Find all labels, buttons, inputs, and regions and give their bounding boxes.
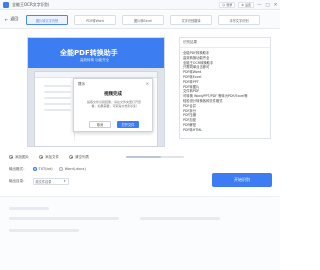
dialog-cancel-button[interactable]: 取消 xyxy=(89,121,111,128)
add-icon xyxy=(39,155,43,159)
title-bar: 全能王OCR文字识别 ☺ 登录 ⚙ 设置 — □ ✕ xyxy=(0,0,280,10)
preview-banner: 全能PDF转换助手 高效转换 功能齐全 xyxy=(28,38,164,68)
placeholder-line xyxy=(44,85,71,87)
minimize-button[interactable]: — xyxy=(257,3,262,8)
output-format-label: 输出格式： xyxy=(9,166,27,171)
login-button[interactable]: ☺ 登录 xyxy=(219,2,236,8)
add-icon xyxy=(9,155,13,159)
titlebar-actions: ☺ 登录 ⚙ 设置 — □ ✕ xyxy=(219,2,278,8)
output-dir-value: 原文件目录 xyxy=(35,179,52,184)
placeholder-line xyxy=(44,109,71,111)
banner-title: 全能PDF转换助手 xyxy=(60,49,118,57)
settings-label: 设置 xyxy=(244,3,251,7)
banner-subtitle: 高效转换 功能齐全 xyxy=(80,58,110,62)
add-image-label: 添加图片 xyxy=(15,154,29,159)
result-panel: 识别结果 全能PDF转换助手 高效转换功能齐全 全能王OCR转换助手 只需简单点… xyxy=(179,37,271,139)
result-line: PDF转HTML xyxy=(183,127,202,132)
zoom-slider[interactable] xyxy=(126,156,184,158)
blurred-text xyxy=(140,217,220,220)
blurred-text xyxy=(9,229,79,232)
blurred-text xyxy=(9,217,119,220)
open-file-button[interactable]: 打开文件 xyxy=(117,121,139,128)
arrow-left-icon: ← xyxy=(5,16,9,22)
chevron-down-icon: ▾ xyxy=(63,179,66,183)
placeholder-line xyxy=(44,103,71,105)
placeholder-line xyxy=(44,91,71,93)
back-label: 返回 xyxy=(10,16,19,21)
output-format-row: 输出格式： TXT(txt) Word(.docx) xyxy=(9,165,86,173)
result-panel-header: 识别结果 xyxy=(180,38,270,48)
completion-dialog: 提示 ✕ 视频完成 提取文件识别结果，请在文件夹里打开查看，如果需要，可取得文档… xyxy=(73,78,153,132)
dialog-title: 提示 xyxy=(78,82,85,86)
settings-button[interactable]: ⚙ 设置 xyxy=(238,2,254,8)
output-dir-label: 输出目录： xyxy=(9,178,27,183)
placeholder-line xyxy=(44,97,71,99)
tab-image-to-excel[interactable]: 图片转Excel xyxy=(122,15,164,25)
maximize-button[interactable]: □ xyxy=(265,3,270,8)
clear-list-label: 清空列表 xyxy=(75,154,89,159)
app-title: 全能王OCR文字识别 xyxy=(12,1,49,7)
back-button[interactable]: ← 返回 xyxy=(5,16,18,22)
tab-image-to-text[interactable]: 图片转文字识别 xyxy=(26,15,68,25)
tab-ocr-translate[interactable]: 文字识别翻译 xyxy=(170,15,212,25)
dialog-heading: 视频完成 xyxy=(104,92,122,97)
app-logo-icon xyxy=(3,1,9,8)
output-dir-select[interactable]: 原文件目录 ▾ xyxy=(32,177,69,185)
clear-list-button[interactable]: 清空列表 xyxy=(69,155,89,160)
action-row: 添加图片 添加文件 清空列表 xyxy=(9,153,271,161)
start-recognition-button[interactable]: 开始识别 xyxy=(212,173,272,187)
toolbar: ← 返回 图片转文字识别 PDF转Word 图片转Excel 文字识别翻译 手写… xyxy=(0,11,280,29)
radio-txt[interactable] xyxy=(32,167,37,171)
close-button[interactable]: ✕ xyxy=(273,3,278,8)
gear-icon: ⚙ xyxy=(241,3,244,7)
login-label: 登录 xyxy=(226,3,233,7)
zoom-slider-fill xyxy=(126,156,161,158)
result-text-area[interactable]: 全能PDF转换助手 高效转换功能齐全 全能王OCR转换助手 只需简单点击即可 P… xyxy=(180,48,270,133)
tab-handwriting[interactable]: 手写文字识别 xyxy=(218,15,260,25)
output-dir-row: 输出目录： 原文件目录 ▾ xyxy=(9,176,69,186)
tab-pdf-to-word[interactable]: PDF转Word xyxy=(74,15,116,25)
footer-area xyxy=(0,196,280,270)
radio-word-label: Word(.docx) xyxy=(64,167,86,171)
add-image-button[interactable]: 添加图片 xyxy=(9,155,29,160)
dialog-message: 提取文件识别结果，请在文件夹里打开查看，如果需要，可取得文档到识别 xyxy=(86,100,141,108)
blurred-text xyxy=(9,207,49,210)
preview-inner-list xyxy=(41,81,75,141)
radio-txt-label: TXT(txt) xyxy=(38,167,53,171)
add-file-button[interactable]: 添加文件 xyxy=(39,155,59,160)
add-file-label: 添加文件 xyxy=(45,154,59,159)
clear-icon xyxy=(69,155,73,159)
user-icon: ☺ xyxy=(222,3,226,7)
radio-word[interactable] xyxy=(58,167,63,171)
dialog-close-icon[interactable]: ✕ xyxy=(146,81,149,86)
